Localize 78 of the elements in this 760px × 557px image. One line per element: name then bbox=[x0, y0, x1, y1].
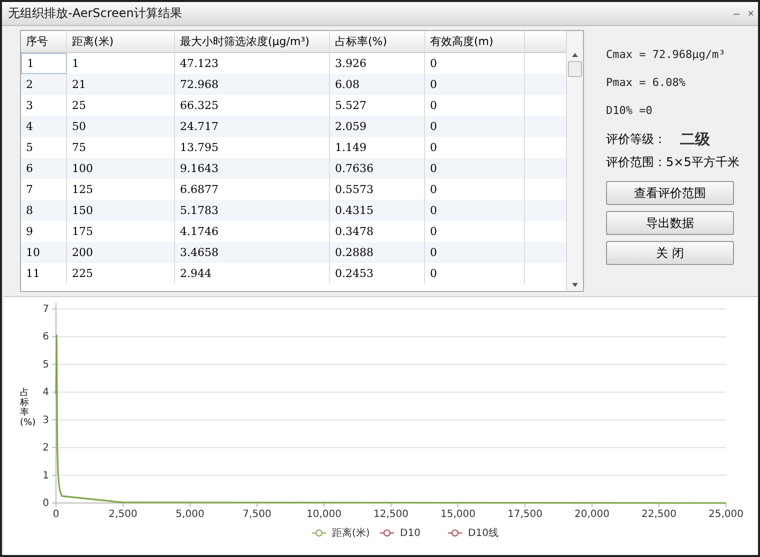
table-cell: 5.1783 bbox=[175, 200, 330, 221]
x-tick-label: 22,500 bbox=[642, 509, 676, 520]
x-tick-label: 2,500 bbox=[108, 509, 138, 520]
table-cell: 9.1643 bbox=[175, 158, 330, 179]
table-cell: 0.4315 bbox=[330, 200, 425, 221]
range-text: 评价范围：5×5平方千米 bbox=[606, 154, 740, 171]
cmax-text: Cmax = 72.968μg/m³ bbox=[606, 46, 726, 62]
table-cell: 1 bbox=[21, 53, 67, 74]
table-cell: 225 bbox=[67, 263, 175, 284]
table-cell: 2.944 bbox=[175, 263, 330, 284]
grade-label: 评价等级： bbox=[606, 130, 666, 148]
y-tick-label: 5 bbox=[42, 359, 49, 370]
column-header[interactable]: 占标率(%) bbox=[330, 31, 425, 52]
table-cell: 24.717 bbox=[175, 116, 330, 137]
y-tick-label: 6 bbox=[42, 332, 49, 343]
table-cell: 0 bbox=[425, 158, 525, 179]
x-tick-label: 17,500 bbox=[508, 509, 542, 520]
table-cell: 200 bbox=[67, 242, 175, 263]
table-cell: 0 bbox=[425, 263, 525, 284]
table-cell: 8 bbox=[21, 200, 67, 221]
table-cell: 6 bbox=[21, 158, 67, 179]
action-button[interactable]: 查看评价范围 bbox=[606, 181, 734, 205]
table-cell: 10 bbox=[21, 242, 67, 263]
table-cell: 0 bbox=[425, 116, 525, 137]
x-tick-label: 20,000 bbox=[574, 509, 610, 520]
table-cell: 0.2453 bbox=[330, 263, 425, 284]
table-cell: 21 bbox=[67, 74, 175, 95]
scrollbar[interactable] bbox=[566, 31, 583, 291]
x-tick-label: 15,000 bbox=[440, 509, 476, 520]
window-control-button[interactable]: – bbox=[729, 8, 744, 20]
y-tick-label: 0 bbox=[42, 498, 49, 509]
x-tick-label: 0 bbox=[52, 509, 60, 520]
d10-text: D10% =0 bbox=[606, 102, 652, 118]
table-cell: 0 bbox=[425, 74, 525, 95]
table-cell: 4 bbox=[21, 116, 67, 137]
table-cell: 50 bbox=[67, 116, 175, 137]
table-cell: 11 bbox=[21, 263, 67, 284]
table-cell: 2.059 bbox=[330, 116, 425, 137]
x-tick-label: 5,000 bbox=[176, 509, 204, 520]
table-cell: 0 bbox=[425, 242, 525, 263]
y-axis-label: 占标率(%) bbox=[20, 389, 37, 429]
table-cell: 150 bbox=[67, 200, 175, 221]
window-title: 无组织排放-AerScreen计算结果 bbox=[8, 5, 182, 22]
column-header[interactable]: 最大小时筛选浓度(μg/m³) bbox=[175, 31, 330, 52]
column-header[interactable]: 有效高度(m) bbox=[425, 31, 525, 52]
y-tick-label: 7 bbox=[42, 304, 49, 315]
column-header[interactable]: 距离(米) bbox=[67, 31, 175, 52]
legend-label: 距离(米) bbox=[332, 528, 370, 539]
action-button[interactable]: 导出数据 bbox=[606, 211, 734, 235]
scroll-up-icon[interactable] bbox=[572, 53, 578, 57]
table-cell: 72.968 bbox=[175, 74, 330, 95]
grade-value: 二级 bbox=[680, 130, 710, 148]
table-cell: 0.7636 bbox=[330, 158, 425, 179]
pmax-text: Pmax = 6.08% bbox=[606, 74, 686, 90]
legend-marker-icon bbox=[380, 530, 394, 536]
x-tick-label: 12,500 bbox=[374, 509, 408, 520]
y-tick-label: 4 bbox=[42, 387, 49, 398]
column-header[interactable]: 序号 bbox=[21, 31, 67, 52]
y-tick-label: 1 bbox=[42, 470, 49, 482]
scroll-down-icon[interactable] bbox=[572, 283, 578, 287]
window-control-button[interactable]: × bbox=[744, 8, 758, 20]
table-cell: 0 bbox=[425, 200, 525, 221]
scroll-thumb[interactable] bbox=[568, 61, 582, 77]
legend-marker-icon bbox=[448, 530, 462, 536]
legend-label: D10线 bbox=[468, 528, 498, 539]
table-cell: 6.08 bbox=[330, 74, 425, 95]
x-tick-label: 7,500 bbox=[242, 509, 272, 520]
x-tick-label: 25,000 bbox=[708, 509, 744, 520]
table-cell: 100 bbox=[67, 158, 175, 179]
y-tick-label: 3 bbox=[42, 414, 49, 426]
y-tick-label: 2 bbox=[42, 442, 49, 454]
action-button[interactable]: 关 闭 bbox=[606, 241, 734, 265]
table-cell: 0.2888 bbox=[330, 242, 425, 263]
legend-label: D10 bbox=[400, 528, 420, 539]
table-cell: 3.4658 bbox=[175, 242, 330, 263]
x-tick-label: 10,000 bbox=[306, 509, 342, 520]
legend-marker-icon bbox=[312, 530, 326, 536]
table-cell: 2 bbox=[21, 74, 67, 95]
